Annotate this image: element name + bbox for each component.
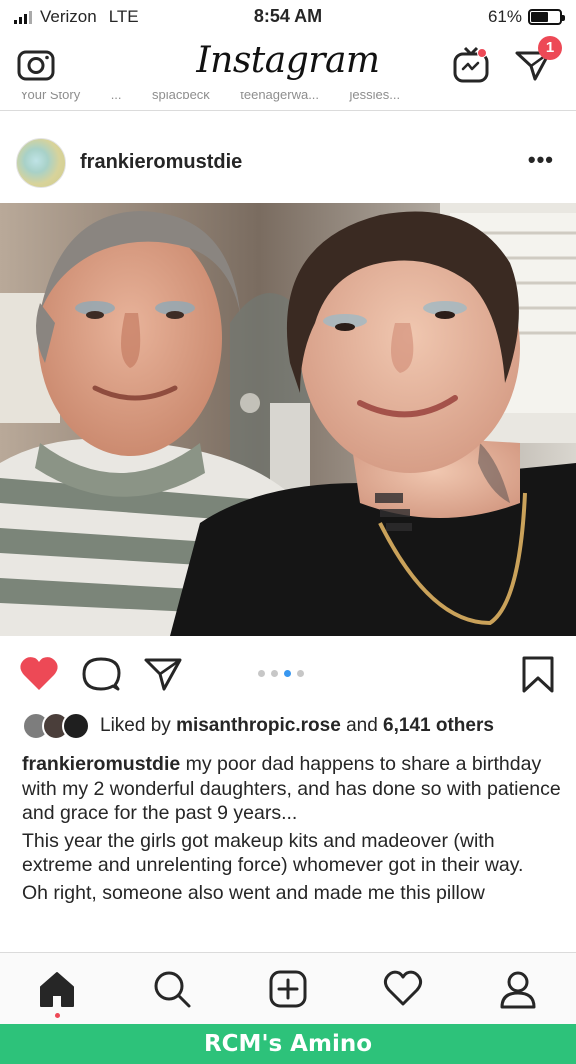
post-username[interactable]: frankieromustdie xyxy=(80,151,242,174)
caption: frankieromustdie my poor dad happens to … xyxy=(22,752,562,908)
igtv-notification-dot xyxy=(477,48,487,58)
amino-footer: RCM's Amino xyxy=(0,1024,576,1064)
status-bar: Verizon LTE 8:54 AM 61% xyxy=(0,0,576,34)
share-icon[interactable] xyxy=(142,654,184,694)
photo-illustration xyxy=(0,203,576,636)
carousel-dot xyxy=(258,670,265,677)
battery-nub xyxy=(562,15,565,21)
caption-paragraph: frankieromustdie my poor dad happens to … xyxy=(22,752,562,826)
add-post-icon[interactable] xyxy=(268,969,308,1009)
avatar[interactable] xyxy=(16,138,66,188)
home-active-dot xyxy=(55,1013,60,1018)
bookmark-icon[interactable] xyxy=(520,654,556,694)
like-heart-icon[interactable] xyxy=(18,654,60,694)
carousel-dot xyxy=(297,670,304,677)
story-label[interactable]: teenagerwa... xyxy=(240,92,319,102)
carousel-dot xyxy=(271,670,278,677)
likes-row[interactable]: Liked by misanthropic.rose and 6,141 oth… xyxy=(22,712,494,740)
post-header: frankieromustdie ••• xyxy=(0,124,576,200)
likes-prefix: Liked by xyxy=(100,715,171,736)
direct-badge: 1 xyxy=(538,36,562,60)
story-label[interactable]: ... xyxy=(111,92,122,102)
more-options-icon[interactable]: ••• xyxy=(528,147,554,173)
top-nav: Instagram 1 xyxy=(0,34,576,92)
caption-username[interactable]: frankieromustdie xyxy=(22,753,180,775)
battery-fill xyxy=(531,12,549,22)
stories-divider xyxy=(0,110,576,111)
caption-paragraph: Oh right, someone also went and made me … xyxy=(22,881,485,904)
story-label[interactable]: Your Story xyxy=(20,92,80,102)
battery-icon xyxy=(528,9,565,25)
activity-heart-icon[interactable] xyxy=(383,969,423,1009)
bottom-tab-bar xyxy=(0,952,576,1024)
status-right: 61% xyxy=(487,7,565,27)
likes-text: Liked by misanthropic.rose and 6,141 oth… xyxy=(100,715,494,737)
comment-icon[interactable] xyxy=(80,654,122,694)
battery-percent: 61% xyxy=(487,7,522,26)
carousel-dot xyxy=(284,670,291,677)
liker-username[interactable]: misanthropic.rose xyxy=(176,715,341,736)
profile-icon[interactable] xyxy=(498,969,538,1009)
avatar xyxy=(62,712,90,740)
caption-paragraph: This year the girls got makeup kits and … xyxy=(22,829,524,877)
post-photo[interactable] xyxy=(0,203,576,636)
search-icon[interactable] xyxy=(152,969,192,1009)
likes-count[interactable]: 6,141 others xyxy=(383,715,494,736)
likes-connector: and xyxy=(346,715,378,736)
carousel-indicator xyxy=(258,670,304,677)
home-icon[interactable] xyxy=(37,969,77,1009)
post-actions xyxy=(0,644,576,704)
story-label[interactable]: jessies... xyxy=(349,92,400,102)
stories-strip[interactable]: Your Story ... splacbeck teenagerwa... j… xyxy=(0,92,576,106)
story-label[interactable]: splacbeck xyxy=(152,92,210,102)
liker-avatars xyxy=(22,712,94,740)
